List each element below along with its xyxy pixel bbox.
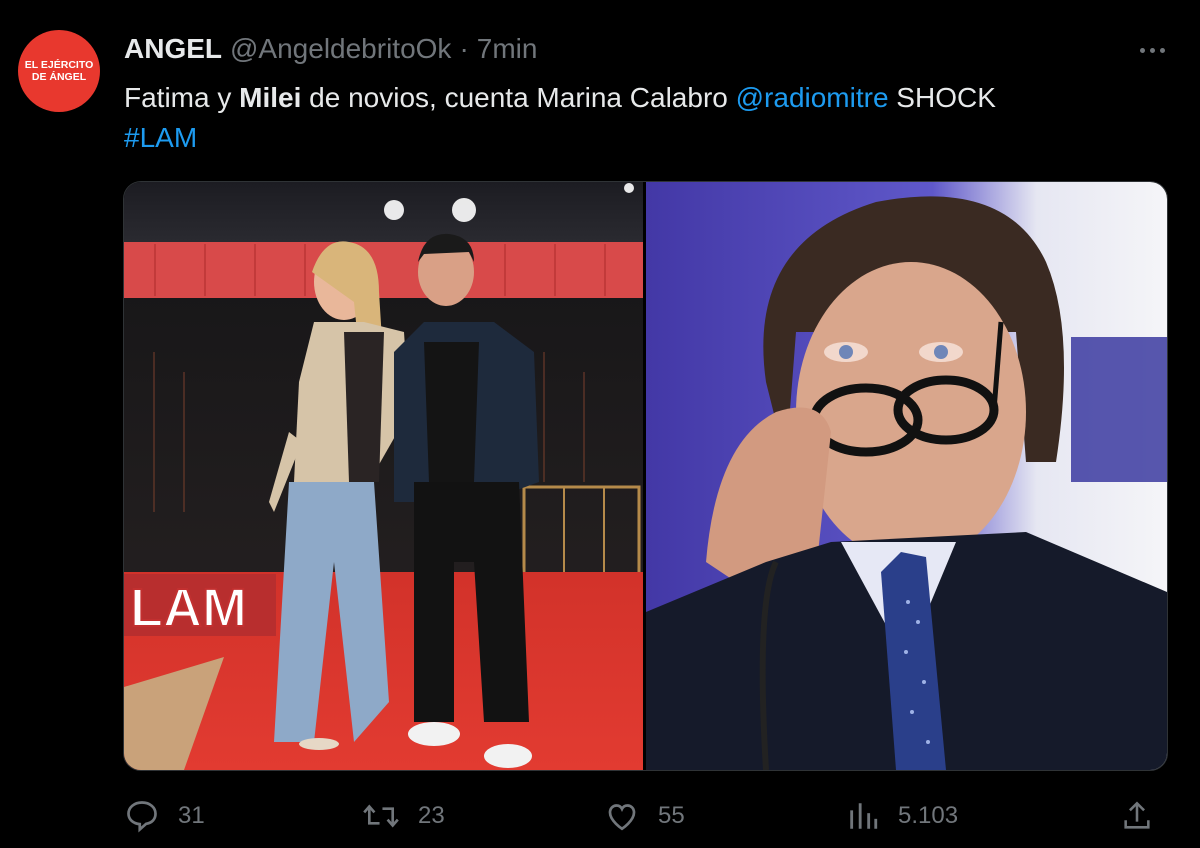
reply-button[interactable]: 31 bbox=[124, 790, 205, 842]
tweet-text-bold: Milei bbox=[239, 82, 302, 113]
action-bar: 31 23 55 5.103 bbox=[124, 790, 1164, 842]
tweet-text-part2: de novios, cuenta Marina Calabro bbox=[301, 82, 736, 113]
reply-icon bbox=[127, 801, 157, 833]
like-button[interactable]: 55 bbox=[604, 790, 685, 842]
heart-icon bbox=[608, 804, 636, 831]
separator-dot: · bbox=[459, 33, 469, 64]
retweet-icon bbox=[363, 804, 399, 828]
author-handle[interactable]: @AngeldebritoOk bbox=[230, 33, 451, 65]
reply-count: 31 bbox=[178, 802, 205, 829]
analytics-icon bbox=[850, 803, 878, 829]
tweet-time[interactable]: 7min bbox=[477, 33, 538, 65]
tweet-header: ANGEL @AngeldebritoOk · 7min bbox=[124, 33, 537, 73]
photo-right-image bbox=[646, 182, 1167, 770]
more-options-icon[interactable] bbox=[1134, 38, 1170, 62]
media-grid: LAM bbox=[123, 181, 1168, 771]
retweet-count: 23 bbox=[418, 802, 445, 829]
tweet-text-part3: SHOCK bbox=[888, 82, 996, 113]
like-count: 55 bbox=[658, 802, 685, 829]
author-name[interactable]: ANGEL bbox=[124, 33, 222, 65]
views-count: 5.103 bbox=[898, 802, 959, 829]
photo-left-image: LAM bbox=[124, 182, 643, 770]
mention-link[interactable]: @radiomitre bbox=[736, 82, 889, 113]
views-button[interactable]: 5.103 bbox=[846, 790, 958, 842]
lam-sign: LAM bbox=[130, 578, 247, 638]
avatar-text-line2: DE ÁNGEL bbox=[31, 71, 87, 83]
hashtag-link[interactable]: #LAM bbox=[124, 122, 197, 153]
photo-right[interactable] bbox=[646, 182, 1167, 770]
photo-left[interactable]: LAM bbox=[124, 182, 643, 770]
tweet-text: Fatima y Milei de novios, cuenta Marina … bbox=[124, 78, 1164, 158]
avatar-text-line1: EL EJÉRCITO bbox=[24, 59, 94, 71]
retweet-button[interactable]: 23 bbox=[362, 790, 445, 842]
share-button[interactable] bbox=[1120, 790, 1154, 842]
share-icon bbox=[1124, 801, 1150, 829]
avatar[interactable]: EL EJÉRCITO DE ÁNGEL bbox=[18, 30, 100, 112]
tweet-text-part1: Fatima y bbox=[124, 82, 240, 113]
